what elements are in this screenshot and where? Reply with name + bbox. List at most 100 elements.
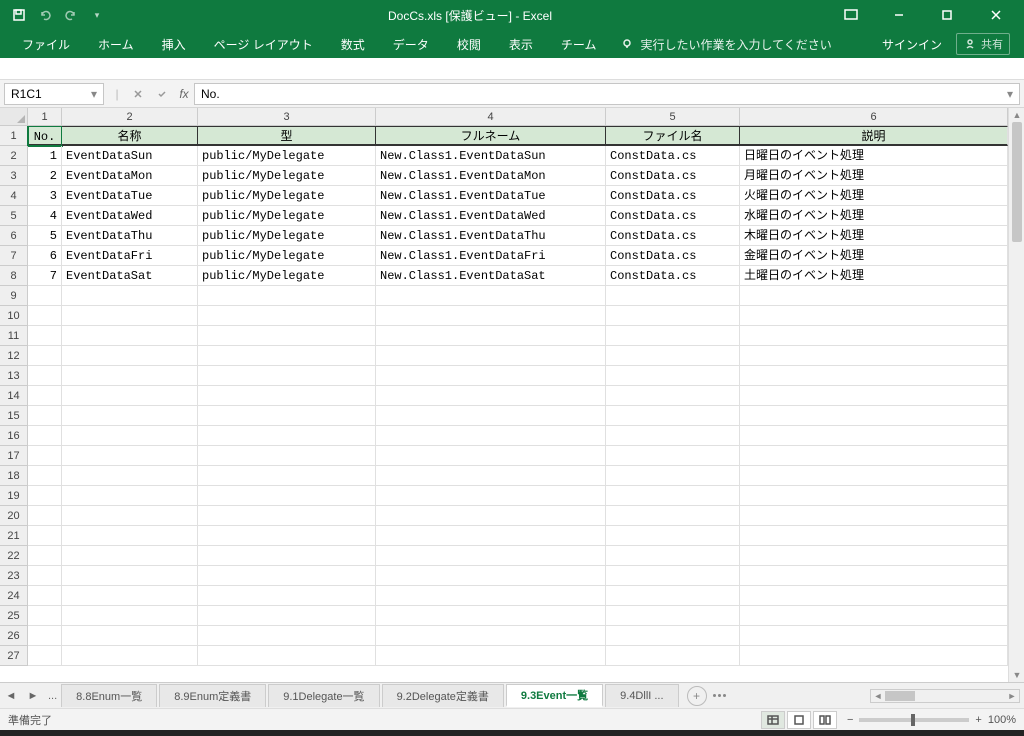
cell[interactable] bbox=[606, 446, 740, 466]
cell[interactable] bbox=[376, 546, 606, 566]
cell[interactable] bbox=[376, 426, 606, 446]
row-header[interactable]: 22 bbox=[0, 546, 28, 566]
cell[interactable]: public/MyDelegate bbox=[198, 166, 376, 186]
zoom-in-button[interactable]: + bbox=[975, 714, 981, 726]
cell[interactable] bbox=[740, 486, 1008, 506]
row-header[interactable]: 27 bbox=[0, 646, 28, 666]
cell[interactable] bbox=[28, 286, 62, 306]
sheet-tab[interactable]: 8.8Enum一覧 bbox=[61, 684, 157, 707]
enter-formula-button[interactable] bbox=[150, 83, 174, 105]
zoom-level[interactable]: 100% bbox=[988, 714, 1016, 726]
cell[interactable] bbox=[62, 306, 198, 326]
cell[interactable]: 火曜日のイベント処理 bbox=[740, 186, 1008, 206]
row-header[interactable]: 11 bbox=[0, 326, 28, 346]
cell[interactable]: EventDataSat bbox=[62, 266, 198, 286]
cell[interactable] bbox=[606, 366, 740, 386]
cell[interactable] bbox=[376, 506, 606, 526]
cell[interactable] bbox=[62, 506, 198, 526]
cell[interactable] bbox=[740, 446, 1008, 466]
cell[interactable] bbox=[28, 606, 62, 626]
view-page-break-button[interactable] bbox=[813, 711, 837, 729]
cell[interactable]: 3 bbox=[28, 186, 62, 206]
cell[interactable] bbox=[62, 626, 198, 646]
cell[interactable]: 5 bbox=[28, 226, 62, 246]
cell[interactable] bbox=[28, 406, 62, 426]
cell[interactable]: public/MyDelegate bbox=[198, 146, 376, 166]
cell[interactable]: New.Class1.EventDataWed bbox=[376, 206, 606, 226]
chevron-down-icon[interactable]: ▾ bbox=[91, 87, 97, 101]
tab-view[interactable]: 表示 bbox=[495, 30, 547, 58]
cell[interactable] bbox=[198, 366, 376, 386]
cell[interactable] bbox=[198, 306, 376, 326]
cell[interactable] bbox=[376, 486, 606, 506]
cell[interactable] bbox=[740, 586, 1008, 606]
cell[interactable]: 名称 bbox=[62, 126, 198, 146]
col-header[interactable]: 5 bbox=[606, 108, 740, 126]
cell[interactable] bbox=[28, 346, 62, 366]
sheet-nav-next[interactable]: ► bbox=[22, 685, 44, 707]
cell[interactable] bbox=[198, 466, 376, 486]
cell[interactable]: New.Class1.EventDataSun bbox=[376, 146, 606, 166]
row-header[interactable]: 12 bbox=[0, 346, 28, 366]
cell[interactable]: 説明 bbox=[740, 126, 1008, 146]
cell[interactable] bbox=[740, 426, 1008, 446]
cell[interactable] bbox=[62, 486, 198, 506]
cell[interactable] bbox=[28, 506, 62, 526]
select-all-corner[interactable] bbox=[0, 108, 28, 126]
cell[interactable]: ConstData.cs bbox=[606, 146, 740, 166]
cell[interactable] bbox=[198, 606, 376, 626]
cell[interactable] bbox=[740, 306, 1008, 326]
cell[interactable] bbox=[606, 626, 740, 646]
sheet-nav-prev[interactable]: ◄ bbox=[0, 685, 22, 707]
add-sheet-button[interactable]: + bbox=[687, 686, 707, 706]
cell[interactable]: New.Class1.EventDataTue bbox=[376, 186, 606, 206]
formula-expand-icon[interactable]: ▾ bbox=[1007, 87, 1013, 101]
undo-icon[interactable] bbox=[38, 8, 52, 22]
cell[interactable]: EventDataFri bbox=[62, 246, 198, 266]
cell[interactable]: 型 bbox=[198, 126, 376, 146]
row-header[interactable]: 23 bbox=[0, 566, 28, 586]
cell[interactable] bbox=[606, 426, 740, 446]
row-header[interactable]: 7 bbox=[0, 246, 28, 266]
row-header[interactable]: 16 bbox=[0, 426, 28, 446]
cell[interactable] bbox=[198, 526, 376, 546]
cell[interactable] bbox=[198, 566, 376, 586]
cell[interactable]: New.Class1.EventDataFri bbox=[376, 246, 606, 266]
row-header[interactable]: 8 bbox=[0, 266, 28, 286]
cell[interactable] bbox=[28, 446, 62, 466]
vertical-scrollbar[interactable]: ▲ ▼ bbox=[1008, 108, 1024, 682]
row-header[interactable]: 3 bbox=[0, 166, 28, 186]
cell[interactable] bbox=[62, 406, 198, 426]
cell[interactable] bbox=[376, 526, 606, 546]
cell[interactable] bbox=[62, 286, 198, 306]
horizontal-scrollbar[interactable]: ◄ ► bbox=[870, 689, 1020, 703]
sheet-tab[interactable]: 8.9Enum定義書 bbox=[159, 684, 266, 707]
cell[interactable] bbox=[606, 586, 740, 606]
cell[interactable] bbox=[606, 606, 740, 626]
cell[interactable] bbox=[376, 446, 606, 466]
sheet-split-handle[interactable] bbox=[707, 694, 732, 697]
cell[interactable] bbox=[606, 486, 740, 506]
col-header[interactable]: 4 bbox=[376, 108, 606, 126]
col-header[interactable]: 3 bbox=[198, 108, 376, 126]
cell[interactable] bbox=[376, 326, 606, 346]
cell[interactable]: EventDataWed bbox=[62, 206, 198, 226]
cell[interactable]: public/MyDelegate bbox=[198, 246, 376, 266]
cell[interactable]: 4 bbox=[28, 206, 62, 226]
cell[interactable] bbox=[198, 386, 376, 406]
row-header[interactable]: 21 bbox=[0, 526, 28, 546]
cell[interactable]: 木曜日のイベント処理 bbox=[740, 226, 1008, 246]
cell[interactable] bbox=[606, 286, 740, 306]
cell[interactable]: New.Class1.EventDataSat bbox=[376, 266, 606, 286]
cell[interactable] bbox=[740, 326, 1008, 346]
cell[interactable] bbox=[62, 366, 198, 386]
formula-input[interactable]: No. ▾ bbox=[194, 83, 1020, 105]
cell[interactable] bbox=[198, 446, 376, 466]
cell[interactable] bbox=[376, 366, 606, 386]
cell[interactable]: EventDataTue bbox=[62, 186, 198, 206]
row-header[interactable]: 6 bbox=[0, 226, 28, 246]
tab-file[interactable]: ファイル bbox=[8, 30, 84, 58]
sheet-tab[interactable]: 9.1Delegate一覧 bbox=[268, 684, 379, 707]
view-page-layout-button[interactable] bbox=[787, 711, 811, 729]
sheet-overflow-left[interactable]: ... bbox=[44, 690, 61, 702]
